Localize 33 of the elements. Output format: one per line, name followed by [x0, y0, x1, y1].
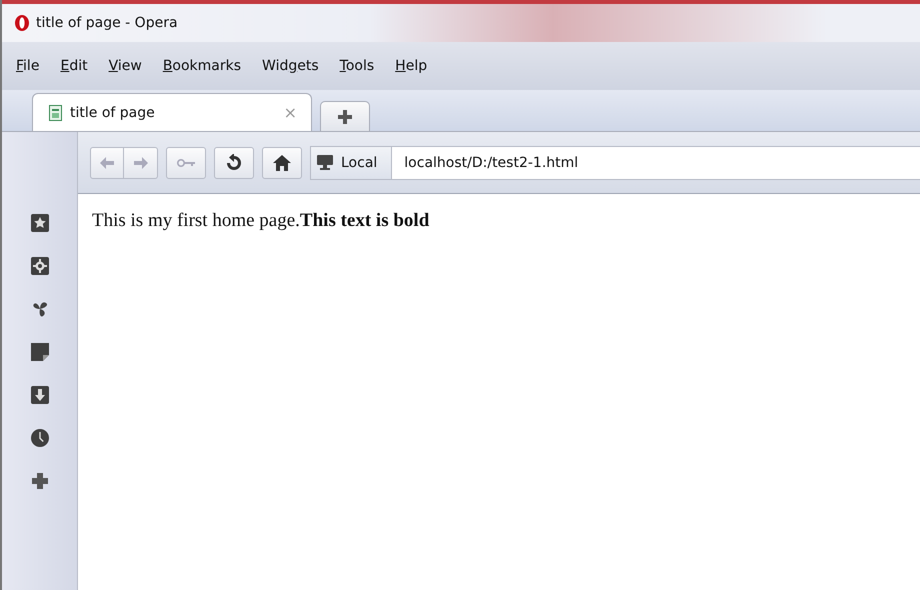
fan-icon[interactable]	[30, 300, 48, 318]
page-icon	[49, 104, 62, 120]
menu-item[interactable]: View	[108, 58, 142, 74]
note-icon[interactable]	[30, 343, 48, 361]
menu-item[interactable]: File	[16, 58, 40, 74]
clock-icon[interactable]	[30, 429, 48, 447]
key-icon	[177, 158, 195, 168]
reload-icon	[225, 154, 243, 172]
menu-item[interactable]: Bookmarks	[162, 58, 242, 74]
left-arrow-icon	[100, 156, 114, 168]
reload-button[interactable]	[214, 146, 254, 178]
browser-tab[interactable]: title of page ×	[32, 93, 312, 131]
new-tab-button[interactable]	[320, 101, 370, 131]
home-button[interactable]	[262, 146, 302, 178]
right-arrow-icon	[134, 156, 148, 168]
home-icon	[273, 154, 291, 170]
page-text: This is my first home page.This text is bold	[92, 210, 430, 232]
menu-item[interactable]: Edit	[60, 58, 88, 74]
url-text: localhost/D:/test2-1.html	[403, 154, 578, 170]
menu-item[interactable]: Widgets	[262, 58, 319, 74]
address-bar[interactable]: Local localhost/D:/test2-1.html	[310, 146, 920, 180]
local-badge[interactable]: Local	[311, 146, 392, 178]
window-title: title of page - Opera	[36, 15, 178, 31]
download-icon[interactable]	[30, 386, 48, 404]
tab-title: title of page	[70, 104, 156, 120]
settings-icon[interactable]	[30, 257, 48, 275]
monitor-icon	[317, 155, 333, 170]
menu-item[interactable]: Tools	[340, 58, 374, 74]
menu-item[interactable]: Help	[395, 58, 428, 74]
plus-icon[interactable]	[30, 472, 48, 490]
browser-logo-icon	[14, 14, 30, 32]
plus-icon	[338, 110, 352, 124]
badge-label: Local	[341, 154, 378, 170]
